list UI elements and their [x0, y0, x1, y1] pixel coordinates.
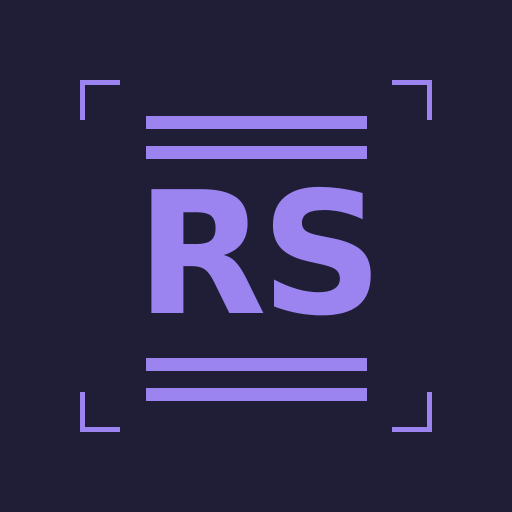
- top-right-corner-bracket: [392, 80, 432, 120]
- monogram-text: RS: [135, 156, 383, 354]
- bottom-right-corner-bracket: [392, 392, 432, 432]
- top-rule-upper: [146, 116, 367, 129]
- app-icon: RS: [0, 0, 512, 512]
- bottom-left-corner-bracket: [80, 392, 120, 432]
- bottom-rule-lower: [146, 388, 367, 401]
- bottom-rule-upper: [146, 358, 367, 371]
- top-left-corner-bracket: [80, 80, 120, 120]
